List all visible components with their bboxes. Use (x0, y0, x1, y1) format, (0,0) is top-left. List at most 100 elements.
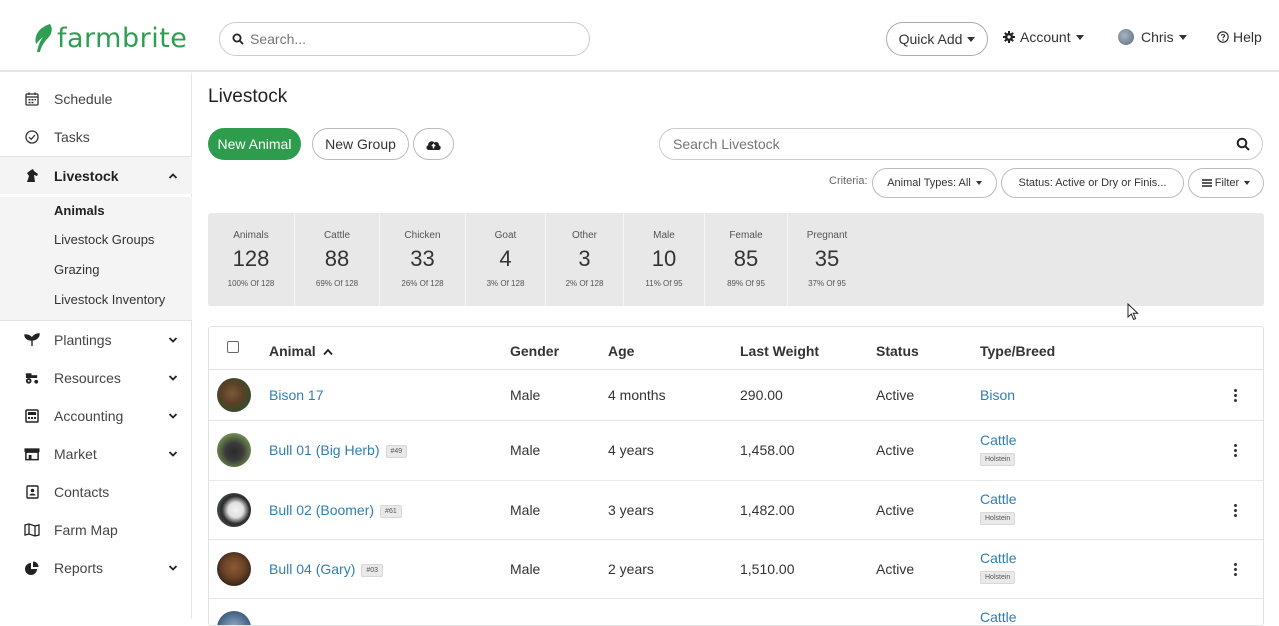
status-filter[interactable]: Status: Active or Dry or Finis... (1001, 168, 1184, 198)
sidebar-item-livestock[interactable]: Livestock (0, 156, 192, 194)
type-link[interactable]: Cattle (980, 550, 1017, 566)
quick-add-button[interactable]: Quick Add (886, 22, 988, 56)
animal-types-filter[interactable]: Animal Types: All (872, 168, 997, 198)
type-link[interactable]: Cattle (980, 491, 1017, 507)
stat-cattle[interactable]: Cattle 88 69% Of 128 (295, 213, 380, 306)
sidebar-item-contacts[interactable]: Contacts (0, 473, 192, 511)
gender-cell: Male (510, 387, 541, 403)
select-all-checkbox[interactable] (227, 341, 239, 353)
stat-value: 85 (733, 246, 759, 271)
account-menu[interactable]: Account (1003, 29, 1084, 45)
column-header-status[interactable]: Status (876, 343, 919, 359)
sidebar-item-farm-map[interactable]: Farm Map (0, 511, 192, 549)
column-label: Animal (269, 343, 316, 359)
sidebar-item-label: Reports (54, 560, 104, 576)
sidebar-item-reports[interactable]: Reports (0, 549, 192, 587)
brand-name: farmbrite (57, 22, 188, 54)
animal-name-link[interactable]: Bison 17 (269, 387, 323, 403)
stat-other[interactable]: Other 3 2% Of 128 (546, 213, 624, 306)
stat-subtext: 2% Of 128 (565, 279, 604, 288)
search-icon[interactable] (1236, 137, 1250, 151)
subnav-item-grazing[interactable]: Grazing (54, 262, 100, 277)
filter-label: Animal Types: All (887, 177, 971, 189)
status-cell: Active (876, 502, 915, 518)
stat-pregnant[interactable]: Pregnant 35 37% Of 95 (788, 213, 866, 306)
breed-badge: Holstein (980, 571, 1016, 584)
table-row[interactable]: Bull 04 (Gary) #03 Male 2 years 1,510.00 … (209, 540, 1263, 599)
new-animal-button[interactable]: New Animal (208, 128, 301, 160)
stat-goat[interactable]: Goat 4 3% Of 128 (466, 213, 546, 306)
column-header-age[interactable]: Age (608, 343, 634, 359)
livestock-table: Animal Gender Age Last Weight Status Typ… (208, 326, 1264, 626)
type-link[interactable]: Cattle (980, 432, 1017, 448)
sidebar-item-resources[interactable]: Resources (0, 359, 192, 397)
store-icon (24, 446, 40, 462)
caret-down-icon (975, 181, 982, 185)
sidebar-item-market[interactable]: Market (0, 435, 192, 473)
stat-male[interactable]: Male 10 11% Of 95 (624, 213, 705, 306)
livestock-search[interactable] (659, 128, 1263, 160)
more-options-icon[interactable] (1234, 389, 1238, 403)
type-link[interactable]: Cattle (980, 609, 1017, 625)
farmbrite-logo[interactable]: farmbrite (32, 22, 187, 54)
stat-female[interactable]: Female 85 89% Of 95 (705, 213, 788, 306)
gender-cell: Male (510, 502, 541, 518)
column-header-last-weight[interactable]: Last Weight (740, 343, 819, 359)
user-menu[interactable]: Chris (1118, 29, 1187, 45)
subnav-item-livestock-groups[interactable]: Livestock Groups (54, 232, 154, 247)
weight-cell: 1,510.00 (740, 561, 795, 577)
new-group-button[interactable]: New Group (312, 128, 409, 160)
age-cell: 4 years (608, 442, 654, 458)
sidebar-item-label: Tasks (54, 129, 90, 145)
animal-photo (217, 433, 251, 467)
stat-animals[interactable]: Animals 128 100% Of 128 (208, 213, 295, 306)
more-options-icon[interactable] (1234, 444, 1238, 458)
animal-name-link[interactable]: Bull 04 (Gary) (269, 561, 355, 577)
sidebar-item-label: Resources (54, 370, 121, 386)
type-link[interactable]: Bison (980, 387, 1015, 403)
livestock-search-input[interactable] (673, 136, 1213, 152)
more-options-icon[interactable] (1234, 504, 1238, 518)
tag-badge: #61 (380, 504, 402, 518)
animal-photo (217, 493, 251, 527)
animal-name-cell: Bull 01 (Big Herb) #49 (269, 442, 408, 458)
help-link[interactable]: Help (1217, 29, 1262, 45)
animal-name-link[interactable]: Bull 01 (Big Herb) (269, 442, 380, 458)
age-cell: 3 years (608, 502, 654, 518)
weight-cell: 290.00 (740, 387, 783, 403)
table-row[interactable]: Bull 02 (Boomer) #61 Male 3 years 1,482.0… (209, 481, 1263, 540)
sidebar-item-label: Market (54, 446, 97, 462)
animal-name-link[interactable]: Bull 02 (Boomer) (269, 502, 374, 518)
stat-subtext: 100% Of 128 (227, 279, 275, 288)
column-header-gender[interactable]: Gender (510, 343, 559, 359)
sidebar-item-plantings[interactable]: Plantings (0, 321, 192, 359)
horse-head-icon (24, 168, 40, 184)
user-name: Chris (1141, 29, 1174, 45)
chevron-down-icon (168, 337, 178, 343)
upload-button[interactable] (413, 128, 454, 160)
global-search[interactable] (219, 22, 590, 56)
gender-cell: Male (510, 561, 541, 577)
gear-icon (1003, 31, 1015, 43)
stat-chicken[interactable]: Chicken 33 26% Of 128 (380, 213, 466, 306)
column-header-animal[interactable]: Animal (269, 343, 333, 359)
table-row[interactable]: Bison 17 Male 4 months 290.00 Active Bis… (209, 370, 1263, 421)
more-options-icon[interactable] (1234, 563, 1238, 577)
caret-down-icon (967, 36, 976, 42)
help-label: Help (1233, 29, 1262, 45)
chevron-down-icon (168, 375, 178, 381)
sidebar-item-accounting[interactable]: Accounting (0, 397, 192, 435)
cloud-upload-icon (426, 140, 441, 150)
subnav-item-livestock-inventory[interactable]: Livestock Inventory (54, 292, 165, 307)
table-row[interactable]: Cattle (209, 599, 1263, 625)
chevron-up-icon (168, 172, 178, 179)
sidebar-item-schedule[interactable]: Schedule (0, 80, 192, 118)
sidebar-item-label: Schedule (54, 91, 113, 107)
sidebar-item-tasks[interactable]: Tasks (0, 118, 192, 156)
filter-button[interactable]: Filter (1188, 168, 1264, 198)
table-row[interactable]: Bull 01 (Big Herb) #49 Male 4 years 1,458… (209, 421, 1263, 481)
column-header-type-breed[interactable]: Type/Breed (980, 343, 1055, 359)
global-search-input[interactable] (250, 31, 550, 47)
stat-subtext: 69% Of 128 (315, 279, 359, 288)
subnav-item-animals[interactable]: Animals (54, 203, 105, 218)
